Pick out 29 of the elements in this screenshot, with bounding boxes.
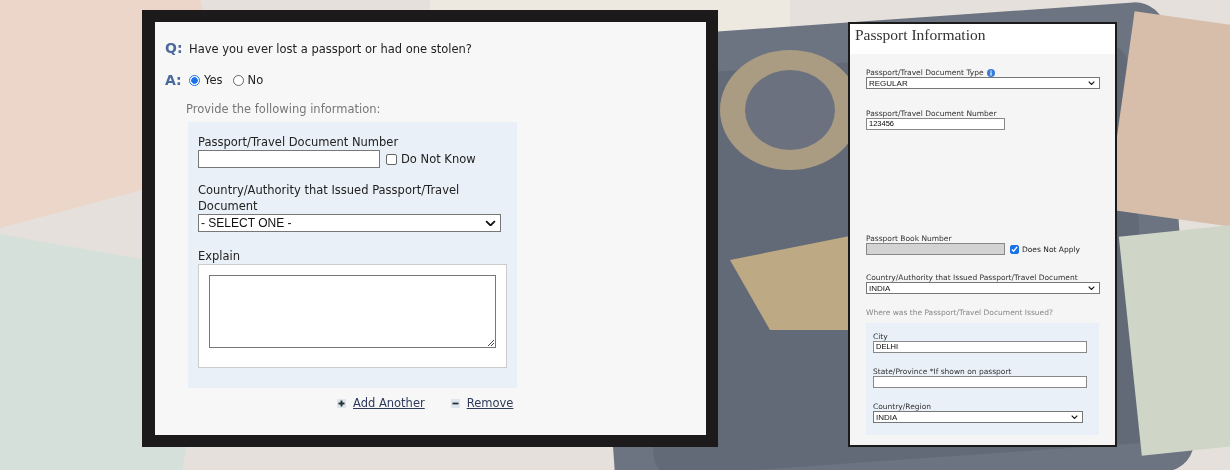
chevron-down-icon (1088, 80, 1095, 86)
input-field[interactable] (873, 376, 1087, 388)
chevron-down-icon (485, 219, 496, 227)
checkbox[interactable]: Do Not Know (386, 152, 476, 166)
panel-title: Passport Information (854, 25, 987, 45)
answer-marker: A: (165, 72, 183, 88)
checkmark-icon (1011, 245, 1018, 253)
chevron-down-icon (1071, 414, 1078, 420)
question-text: Have you ever lost a passport or had one stolen? (189, 42, 472, 56)
radio-option[interactable]: Yes (189, 73, 223, 87)
info-icon[interactable] (986, 68, 995, 77)
remove-link[interactable]: Remove (450, 396, 514, 410)
select-dropdown[interactable]: - SELECT ONE - (198, 214, 501, 232)
instruction-text: Provide the following information: (186, 102, 382, 116)
field-label: Passport/Travel Document Number (198, 134, 400, 150)
question-marker: Q: (165, 40, 184, 56)
select-dropdown[interactable]: INDIA (866, 282, 1100, 294)
field-label: Explain (198, 248, 242, 264)
select-dropdown[interactable]: REGULAR (866, 77, 1100, 89)
radio-option[interactable]: No (232, 73, 264, 87)
input-field[interactable] (198, 150, 380, 168)
minus-icon (450, 398, 460, 408)
chevron-down-icon (1088, 285, 1095, 291)
add-link[interactable]: Add Another (337, 396, 425, 410)
plus-icon (337, 398, 346, 408)
field-label: Country/Authority that Issued Passport/Travel Document (198, 182, 461, 214)
resize-handle-icon[interactable] (487, 339, 495, 347)
text-area[interactable] (209, 275, 496, 348)
select-dropdown[interactable]: INDIA (873, 411, 1083, 423)
